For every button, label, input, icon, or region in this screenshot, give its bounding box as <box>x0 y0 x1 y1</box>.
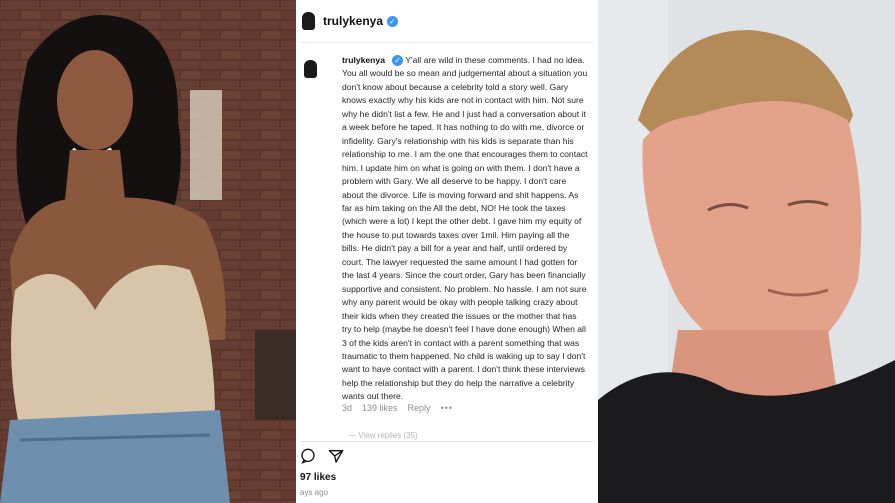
verified-badge-icon: ✓ <box>392 55 403 66</box>
divider <box>300 441 594 442</box>
comment: trulykenya ✓ Y'all are wild in these comm… <box>300 54 594 404</box>
post-actions <box>300 446 344 466</box>
comment-body: trulykenya ✓ Y'all are wild in these comm… <box>342 54 588 404</box>
share-icon[interactable] <box>328 448 344 464</box>
avatar[interactable] <box>302 12 315 30</box>
post-age: ays ago <box>300 488 329 497</box>
verified-badge-icon: ✓ <box>387 15 399 27</box>
man-photo <box>598 0 895 503</box>
comment-icon[interactable] <box>300 448 316 464</box>
comment-meta: 3d 139 likes Reply ••• <box>342 403 453 413</box>
left-photo <box>0 0 296 503</box>
comment-username[interactable]: trulykenya <box>342 55 385 65</box>
comment-likes[interactable]: 139 likes <box>362 403 398 413</box>
view-replies-link[interactable]: — View replies (35) <box>348 431 418 440</box>
woman-photo <box>0 0 296 503</box>
comment-text: Y'all are wild in these comments. I had … <box>342 55 588 402</box>
reply-button[interactable]: Reply <box>408 403 431 413</box>
more-options-icon[interactable]: ••• <box>441 403 453 413</box>
post-likes[interactable]: 97 likes <box>300 472 336 483</box>
post-username[interactable]: trulykenya <box>323 14 383 28</box>
comment-time: 3d <box>342 403 353 413</box>
instagram-post: trulykenya ✓ trulykenya ✓ Y'all are wild … <box>300 0 594 503</box>
comment-avatar[interactable] <box>304 60 317 78</box>
right-photo <box>598 0 895 503</box>
post-header: trulykenya ✓ <box>300 0 594 43</box>
